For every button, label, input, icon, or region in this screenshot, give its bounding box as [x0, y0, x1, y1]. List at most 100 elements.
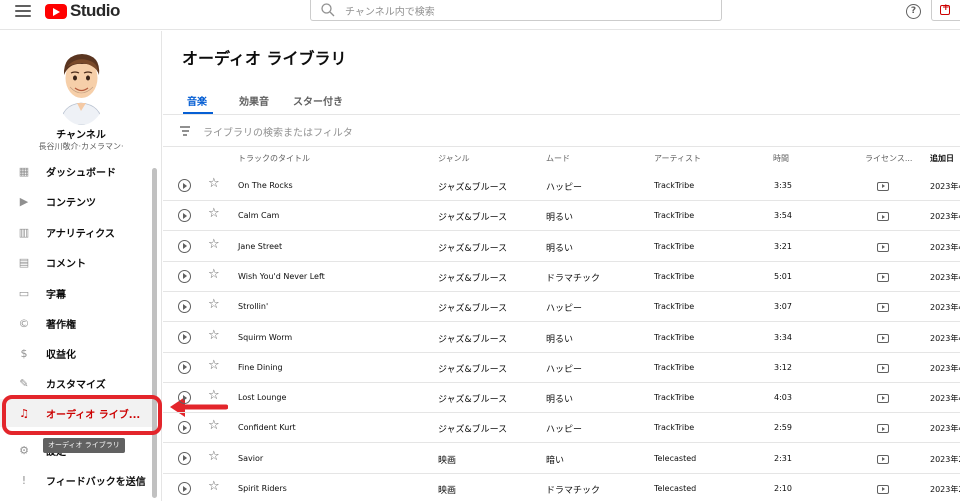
filter-input[interactable]: ライブラリの検索またはフィルタ	[203, 124, 353, 139]
table-row[interactable]: ☆ Savior 映画 暗い Telecasted 2:31 2023年2	[163, 444, 960, 474]
play-icon[interactable]	[178, 421, 191, 435]
track-mood: 明るい	[546, 334, 574, 345]
column-header-license[interactable]: ライセンス...	[865, 153, 912, 164]
track-mood: 明るい	[546, 395, 574, 406]
table-row[interactable]: ☆ Wish You'd Never Left ジャズ&ブルース ドラマチック Trac…	[163, 262, 960, 292]
youtube-license-icon[interactable]	[877, 363, 889, 373]
filter-icon[interactable]	[180, 126, 190, 136]
play-icon[interactable]	[178, 239, 191, 253]
sidebar-item-monetization[interactable]: $ 収益化	[0, 339, 155, 367]
sidebar-item-subtitles[interactable]: ▭ 字幕	[0, 279, 155, 307]
track-duration: 5:01	[774, 271, 792, 281]
track-artist: TrackTribe	[654, 393, 695, 403]
star-icon[interactable]: ☆	[208, 480, 220, 494]
column-header-genre[interactable]: ジャンル	[438, 153, 470, 164]
play-icon[interactable]	[178, 360, 191, 374]
sidebar-item-dashboard[interactable]: ▦ ダッシュボード	[0, 157, 155, 185]
track-date-added: 2023年2	[930, 454, 960, 464]
track-duration: 2:31	[774, 453, 792, 463]
column-header-title[interactable]: トラックのタイトル	[238, 153, 310, 164]
star-icon[interactable]: ☆	[208, 207, 220, 221]
track-duration: 3:54	[774, 211, 792, 221]
sidebar-item-customize[interactable]: ✎ カスタマイズ	[0, 369, 155, 397]
youtube-license-icon[interactable]	[877, 485, 889, 494]
sidebar-item-content[interactable]: ▶ コンテンツ	[0, 187, 155, 215]
column-header-duration[interactable]: 時間	[773, 153, 789, 164]
dashboard-icon: ▦	[18, 164, 30, 178]
column-header-date-added[interactable]: 追加日	[930, 153, 954, 164]
play-icon[interactable]	[178, 269, 191, 283]
star-icon[interactable]: ☆	[208, 389, 220, 403]
track-genre: ジャズ&ブルース	[438, 213, 508, 224]
sidebar-item-copyright[interactable]: © 著作権	[0, 309, 155, 337]
track-title: Savior	[238, 453, 264, 463]
help-icon[interactable]: ?	[906, 4, 921, 19]
logo-text: Studio	[70, 1, 120, 20]
track-duration: 2:10	[774, 484, 792, 493]
table-row[interactable]: ☆ Lost Lounge ジャズ&ブルース 明るい TrackTribe 4:03 202…	[163, 383, 960, 414]
table-row[interactable]: ☆ Calm Cam ジャズ&ブルース 明るい TrackTribe 3:54 2023年4	[163, 201, 960, 232]
avatar[interactable]	[55, 45, 108, 125]
track-artist: Telecasted	[654, 484, 697, 493]
table-row[interactable]: ☆ Fine Dining ジャズ&ブルース ハッピー TrackTribe 3:12 20…	[163, 353, 960, 383]
sidebar-item-comments[interactable]: ▤ コメント	[0, 248, 155, 276]
table-row[interactable]: ☆ Squirm Worm ジャズ&ブルース 明るい TrackTribe 3:34 202…	[163, 323, 960, 353]
youtube-license-icon[interactable]	[877, 212, 889, 222]
track-genre: ジャズ&ブルース	[438, 334, 508, 345]
play-icon[interactable]	[178, 179, 191, 192]
star-icon[interactable]: ☆	[208, 298, 220, 312]
channel-name: チャンネル	[56, 130, 106, 141]
sidebar-scrollbar[interactable]	[152, 168, 157, 498]
play-icon[interactable]	[178, 391, 191, 405]
track-title: Calm Cam	[238, 211, 280, 221]
divider	[163, 114, 960, 115]
play-icon[interactable]	[178, 330, 191, 344]
tab-starred[interactable]: スター付き	[293, 93, 343, 108]
star-icon[interactable]: ☆	[208, 419, 220, 433]
star-icon[interactable]: ☆	[208, 328, 220, 343]
table-row[interactable]: ☆ Confident Kurt ジャズ&ブルース ハッピー TrackTribe 2:5…	[163, 413, 960, 444]
play-icon[interactable]	[178, 451, 191, 465]
star-icon[interactable]: ☆	[208, 237, 220, 252]
settings-icon: ⚙	[19, 443, 29, 457]
youtube-license-icon[interactable]	[877, 303, 889, 313]
star-icon[interactable]: ☆	[208, 177, 220, 191]
track-date-added: 2023年2	[930, 485, 960, 494]
play-icon[interactable]	[178, 482, 191, 495]
track-duration: 3:34	[774, 332, 792, 342]
youtube-license-icon[interactable]	[877, 394, 889, 404]
track-genre: 映画	[438, 455, 457, 466]
star-icon[interactable]: ☆	[208, 358, 220, 373]
tab-music[interactable]: 音楽	[187, 93, 207, 108]
track-mood: ハッピー	[546, 425, 583, 436]
table-row[interactable]: ☆ Strollin' ジャズ&ブルース ハッピー TrackTribe 3:07 2023…	[163, 292, 960, 323]
play-icon[interactable]	[178, 300, 191, 314]
table-row[interactable]: ☆ Spirit Riders 映画 ドラマチック Telecasted 2:10 2023…	[163, 474, 960, 501]
youtube-license-icon[interactable]	[877, 182, 889, 191]
analytics-icon: ▥	[18, 225, 30, 239]
studio-logo[interactable]: Studio	[45, 1, 120, 20]
youtube-license-icon[interactable]	[877, 242, 889, 252]
youtube-license-icon[interactable]	[877, 424, 889, 434]
sidebar-item-analytics[interactable]: ▥ アナリティクス	[0, 218, 155, 246]
column-header-artist[interactable]: アーティスト	[654, 153, 701, 164]
table-row[interactable]: ☆ Jane Street ジャズ&ブルース 明るい TrackTribe 3:21 202…	[163, 232, 960, 262]
sidebar-item-feedback[interactable]: ! フィードバックを送信	[0, 466, 155, 494]
youtube-license-icon[interactable]	[877, 272, 889, 282]
youtube-license-icon[interactable]	[877, 454, 889, 464]
search-input[interactable]: チャンネル内で検索	[310, 0, 722, 21]
play-icon[interactable]	[178, 209, 191, 223]
sidebar-item-label: フィードバックを送信	[46, 476, 146, 488]
feedback-icon: !	[21, 473, 27, 487]
star-icon[interactable]: ☆	[208, 449, 220, 464]
table-row[interactable]: ☆ On The Rocks ジャズ&ブルース ハッピー TrackTribe 3:35 2…	[163, 171, 960, 201]
track-genre: ジャズ&ブルース	[438, 304, 508, 315]
star-icon[interactable]: ☆	[208, 267, 220, 282]
create-button[interactable]	[931, 0, 960, 21]
youtube-license-icon[interactable]	[877, 333, 889, 343]
tab-sound-effects[interactable]: 効果音	[239, 93, 269, 108]
menu-icon[interactable]	[15, 5, 31, 19]
sidebar-item-label: アナリティクス	[46, 228, 115, 240]
track-mood: 明るい	[546, 243, 574, 254]
column-header-mood[interactable]: ムード	[546, 153, 570, 164]
